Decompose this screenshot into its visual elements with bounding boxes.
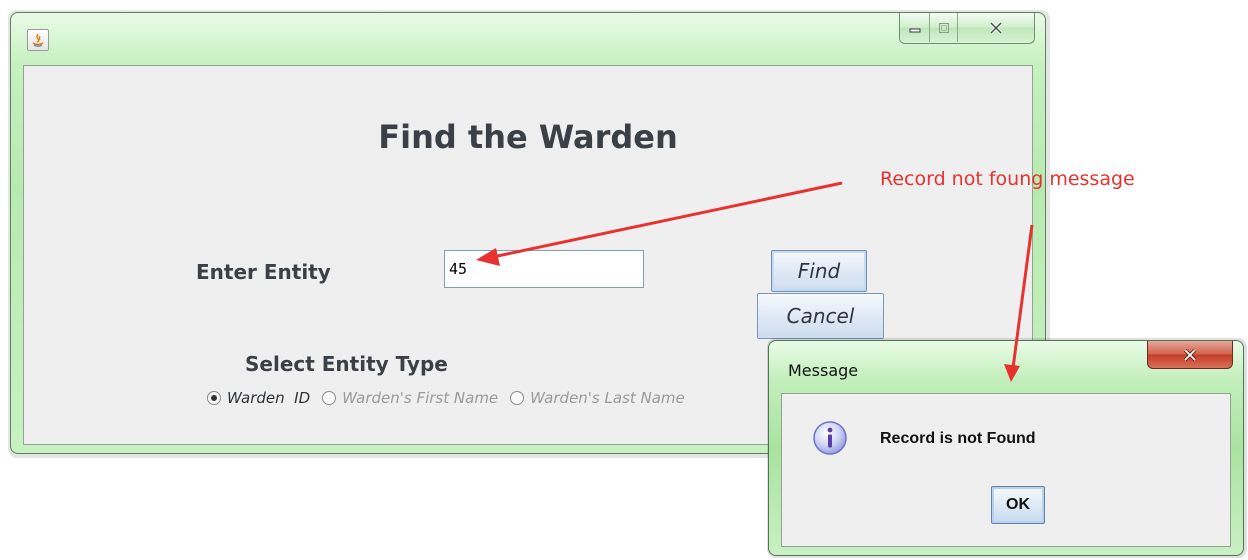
caption-buttons <box>899 13 1035 44</box>
dialog-content-panel: Record is not Found OK <box>781 393 1231 547</box>
dialog-close-button[interactable] <box>1147 341 1233 369</box>
dialog-title: Message <box>788 361 859 380</box>
radio-unchecked-icon[interactable] <box>510 391 525 405</box>
entity-type-radio-group: Warden ID Warden's First Name Warden's L… <box>207 389 697 407</box>
select-entity-type-label: Select Entity Type <box>245 352 448 376</box>
close-icon <box>1183 348 1197 361</box>
radio-label: Warden's First Name <box>342 389 499 407</box>
entity-input[interactable] <box>444 250 644 288</box>
radio-warden-last-name[interactable]: Warden's Last Name <box>510 389 685 407</box>
dialog-message: Record is not Found <box>880 430 1036 447</box>
radio-warden-id[interactable]: Warden ID <box>207 389 310 407</box>
java-icon[interactable] <box>27 29 49 51</box>
cancel-button[interactable]: Cancel <box>757 293 884 339</box>
minimize-button[interactable] <box>900 13 930 42</box>
annotation-label: Record not foung message <box>880 168 1135 190</box>
minimize-icon <box>909 28 920 32</box>
radio-label: Warden's Last Name <box>530 389 685 407</box>
radio-unchecked-icon[interactable] <box>322 391 337 405</box>
radio-warden-first-name[interactable]: Warden's First Name <box>322 389 498 407</box>
info-icon <box>813 421 847 455</box>
close-button[interactable] <box>958 13 1034 42</box>
entity-label: Enter Entity <box>196 260 331 284</box>
page-title: Find the Warden <box>378 118 678 156</box>
ok-button[interactable]: OK <box>991 486 1045 524</box>
close-icon <box>989 21 1003 34</box>
title-bar[interactable] <box>11 13 1045 65</box>
radio-checked-icon[interactable] <box>207 391 221 405</box>
maximize-button[interactable] <box>930 13 958 42</box>
radio-label: Warden ID <box>227 389 311 407</box>
find-button[interactable]: Find <box>771 250 867 292</box>
message-dialog: Message Record is not Found OK <box>768 340 1244 556</box>
maximize-icon <box>938 22 949 33</box>
